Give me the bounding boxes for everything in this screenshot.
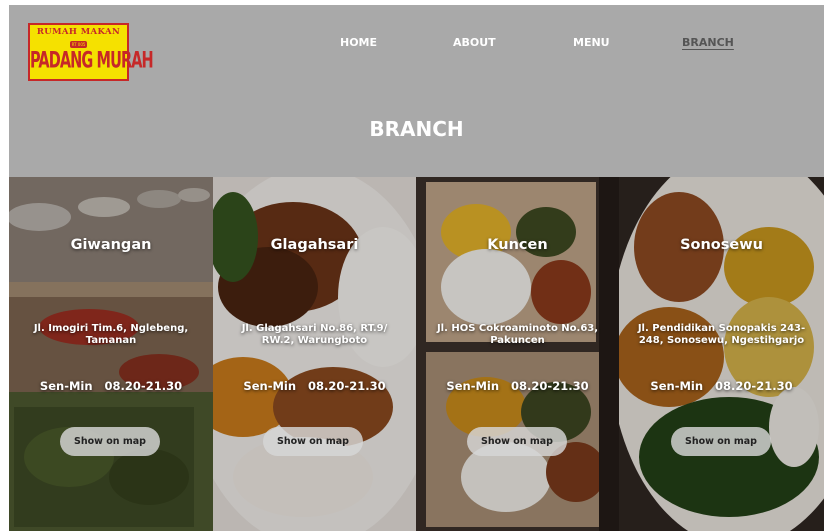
branch-card-kuncen: Kuncen Jl. HOS Cokroaminoto No.63, Pakun… [416, 177, 619, 531]
branch-name: Giwangan [70, 237, 152, 253]
logo-badge: RT 005 [70, 41, 87, 48]
branch-name: Kuncen [487, 237, 548, 253]
branch-address: Jl. Glagahsari No.86, RT.9/ RW.2, Warung… [241, 323, 388, 346]
branch-card-glagahsari: Glagahsari Jl. Glagahsari No.86, RT.9/ R… [213, 177, 416, 531]
logo-main-text: PADANG MURAH [30, 49, 154, 74]
header: RUMAH MAKAN RT 005 PADANG MURAH HOME ABO… [9, 5, 824, 177]
restaurant-logo[interactable]: RUMAH MAKAN RT 005 PADANG MURAH [28, 23, 154, 81]
logo-top-text: RUMAH MAKAN [36, 27, 121, 37]
branch-hours: Sen-Min 08.20-21.30 [650, 379, 793, 393]
branch-address: Jl. Imogiri Tim.6, Nglebeng, Tamanan [33, 323, 189, 346]
branch-cards: Giwangan Jl. Imogiri Tim.6, Nglebeng, Ta… [9, 177, 824, 531]
page: RUMAH MAKAN RT 005 PADANG MURAH HOME ABO… [9, 5, 824, 531]
nav-branch[interactable]: BRANCH [682, 36, 734, 49]
branch-name: Sonosewu [680, 237, 763, 253]
branch-hours: Sen-Min 08.20-21.30 [39, 379, 183, 393]
branch-hours: Sen-Min 08.20-21.30 [243, 379, 386, 393]
branch-name: Glagahsari [270, 237, 359, 253]
page-title: BRANCH [369, 117, 464, 141]
show-on-map-button[interactable]: Show on map [467, 427, 567, 456]
branch-card-sonosewu: Sonosewu Jl. Pendidikan Sonopakis 243-24… [619, 177, 824, 531]
nav-about[interactable]: ABOUT [453, 36, 496, 49]
show-on-map-button[interactable]: Show on map [671, 427, 771, 456]
branch-card-giwangan: Giwangan Jl. Imogiri Tim.6, Nglebeng, Ta… [9, 177, 213, 531]
nav-home[interactable]: HOME [340, 36, 377, 49]
branch-address: Jl. HOS Cokroaminoto No.63, Pakuncen [436, 323, 599, 346]
branch-address: Jl. Pendidikan Sonopakis 243-248, Sonose… [637, 323, 806, 346]
nav-menu[interactable]: MENU [573, 36, 610, 49]
branch-hours: Sen-Min 08.20-21.30 [446, 379, 589, 393]
show-on-map-button[interactable]: Show on map [60, 427, 160, 456]
show-on-map-button[interactable]: Show on map [263, 427, 363, 456]
